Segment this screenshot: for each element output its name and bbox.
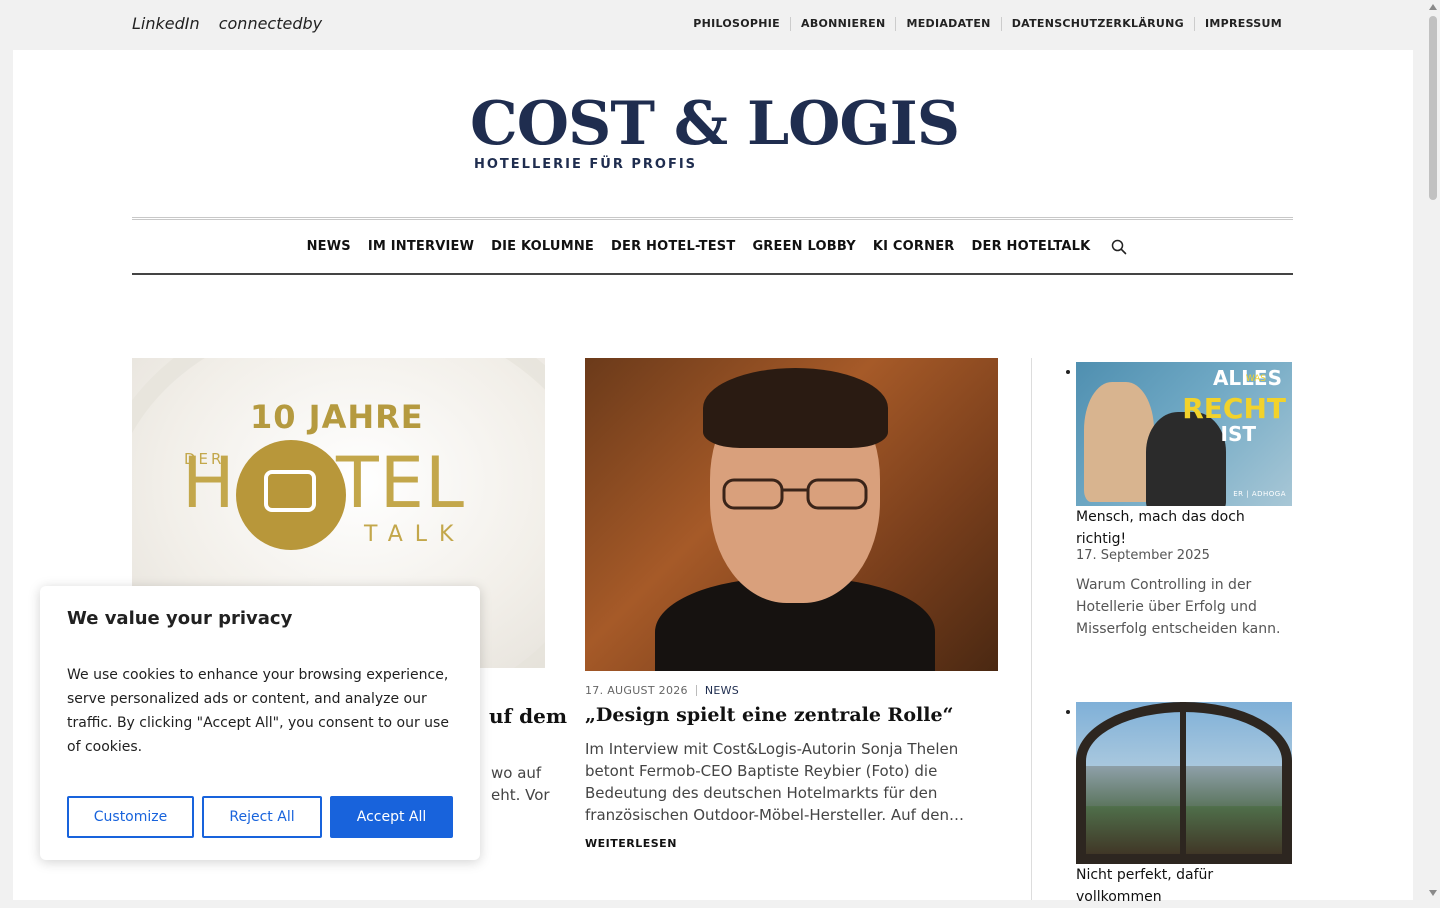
image-text-10-jahre: 10 JAHRE (250, 398, 424, 436)
sidebar-item2-title[interactable]: Nicht perfekt, dafür vollkommen (1076, 864, 1292, 908)
sidebar-item1-excerpt: Warum Controlling in der Hotellerie über… (1076, 577, 1281, 637)
nav-item-news[interactable]: NEWS (307, 239, 351, 254)
sidebar-item1-title[interactable]: Mensch, mach das doch richtig! (1076, 506, 1292, 550)
sidebar-item1-date: 17. September 2025 (1076, 548, 1210, 563)
column-divider (1031, 358, 1032, 900)
cookie-consent-banner: We value your privacy We use cookies to … (40, 586, 480, 860)
article2-excerpt: Im Interview mit Cost&Logis-Autorin Sonj… (585, 740, 964, 824)
image-text-ist: IST (1220, 422, 1257, 446)
nav-item-hoteltalk[interactable]: DER HOTELTALK (972, 239, 1091, 254)
image-text-credit: ER | ADHOGA (1233, 490, 1286, 498)
nav-item-ki-corner[interactable]: KI CORNER (873, 239, 955, 254)
top-bar: LinkedIn connectedby PHILOSOPHIE ABONNIE… (0, 0, 1426, 50)
logo-name: COST & LOGIS (470, 89, 960, 159)
cookie-title: We value your privacy (67, 608, 293, 629)
customize-button[interactable]: Customize (67, 796, 194, 838)
scroll-down-icon[interactable] (1429, 890, 1437, 896)
nav-item-kolumne[interactable]: DIE KOLUMNE (491, 239, 594, 254)
toplink-mediadaten[interactable]: MEDIADATEN (895, 17, 1000, 31)
linkedin-link[interactable]: LinkedIn (132, 14, 200, 33)
speech-bubble-icon (264, 470, 316, 512)
list-bullet (1066, 370, 1070, 374)
article1-excerpt-line2: eht. Vor (491, 786, 550, 804)
glasses-graphic (722, 478, 868, 510)
accept-all-button[interactable]: Accept All (330, 796, 453, 838)
main-nav: NEWS IM INTERVIEW DIE KOLUMNE DER HOTEL-… (132, 217, 1293, 275)
toplink-philosophie[interactable]: PHILOSOPHIE (683, 17, 790, 31)
reject-all-button[interactable]: Reject All (202, 796, 322, 838)
person-graphic (1146, 412, 1226, 506)
nav-item-green-lobby[interactable]: GREEN LOBBY (752, 239, 855, 254)
scrollbar-thumb[interactable] (1429, 16, 1437, 200)
sidebar-item1-image[interactable]: ALLES WAS RECHT IST ER | ADHOGA (1076, 362, 1292, 506)
search-icon[interactable] (1111, 239, 1127, 255)
nav-item-hotel-test[interactable]: DER HOTEL-TEST (611, 239, 735, 254)
article1-title-fragment[interactable]: uf dem (489, 704, 567, 728)
page-scrollbar[interactable] (1426, 0, 1440, 900)
toplink-abonnieren[interactable]: ABONNIEREN (790, 17, 895, 31)
connectedby-link[interactable]: connectedby (219, 14, 322, 33)
nav-item-interview[interactable]: IM INTERVIEW (368, 239, 474, 254)
toplink-datenschutz[interactable]: DATENSCHUTZERKLÄRUNG (1000, 17, 1194, 31)
cookie-body: We use cookies to enhance your browsing … (67, 667, 449, 755)
article2-title[interactable]: „Design spielt eine zentrale Rolle“ (585, 704, 953, 726)
image-text-recht: RECHT (1182, 392, 1286, 425)
scroll-up-icon[interactable] (1429, 4, 1437, 10)
sidebar-item2-image[interactable] (1076, 702, 1292, 864)
article2-image[interactable] (585, 358, 998, 671)
top-links: PHILOSOPHIE ABONNIEREN MEDIADATEN DATENS… (683, 17, 1282, 31)
image-text-der: DER (184, 450, 225, 468)
article2-category[interactable]: NEWS (705, 684, 739, 697)
meta-separator (695, 685, 697, 696)
article1-excerpt-line1: wo auf (491, 764, 542, 782)
image-text-talk: TALK (364, 522, 466, 547)
logo-tagline: HOTELLERIE FÜR PROFIS (474, 157, 698, 172)
read-more-link[interactable]: WEITERLESEN (585, 837, 677, 850)
toplink-impressum[interactable]: IMPRESSUM (1193, 17, 1282, 31)
list-bullet (1066, 710, 1070, 714)
social-links: LinkedIn connectedby (132, 14, 336, 33)
article2-date: 17. AUGUST 2026 (585, 684, 688, 697)
person-graphic (1084, 382, 1154, 502)
site-logo[interactable]: COST & LOGIS HOTELLERIE FÜR PROFIS (470, 88, 970, 178)
article2-meta: 17. AUGUST 2026 NEWS (585, 684, 739, 697)
image-text-tel: TEL (336, 442, 465, 524)
image-text-was: WAS (1245, 374, 1266, 384)
